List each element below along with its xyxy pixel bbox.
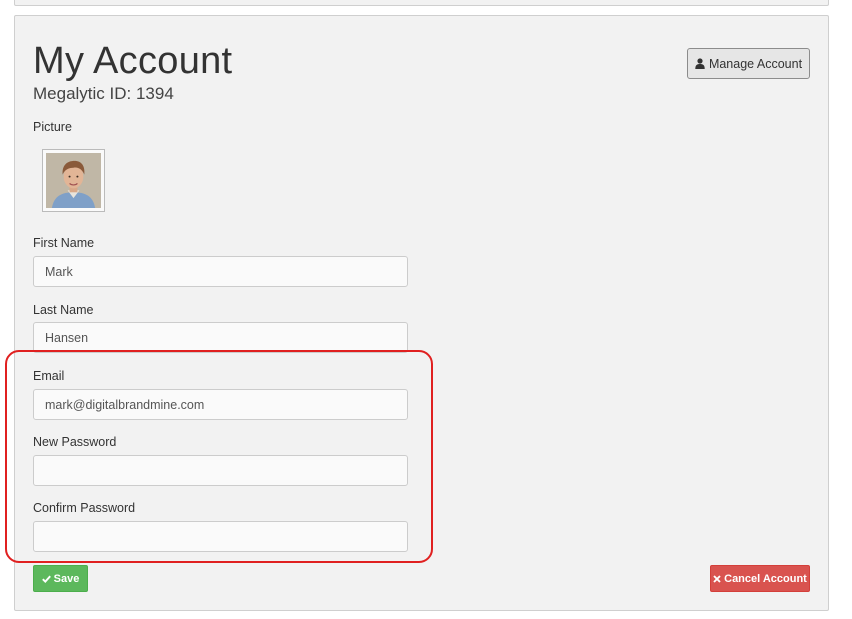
email-label: Email: [33, 369, 65, 383]
email-input[interactable]: [33, 389, 408, 420]
cancel-account-label: Cancel Account: [724, 572, 807, 585]
x-icon: [713, 574, 721, 583]
last-name-input[interactable]: [33, 322, 408, 353]
confirm-password-label: Confirm Password: [33, 501, 136, 515]
page-title: My Account: [33, 40, 233, 82]
check-icon: [41, 575, 51, 583]
last-name-label: Last Name: [33, 303, 94, 317]
manage-account-label: Manage Account: [708, 56, 803, 71]
megalytic-id: Megalytic ID: 1394: [33, 84, 174, 103]
confirm-password-input[interactable]: [33, 521, 408, 552]
first-name-label: First Name: [33, 236, 95, 250]
avatar[interactable]: [42, 149, 105, 212]
manage-account-button[interactable]: Manage Account: [687, 48, 810, 79]
new-password-label: New Password: [33, 435, 117, 449]
user-icon: [695, 58, 705, 69]
profile-photo: [46, 153, 101, 208]
picture-label: Picture: [33, 120, 72, 134]
top-panel: [14, 0, 829, 6]
save-label: Save: [53, 572, 80, 585]
first-name-input[interactable]: [33, 256, 408, 287]
save-button[interactable]: Save: [33, 565, 88, 592]
cancel-account-button[interactable]: Cancel Account: [710, 565, 810, 592]
new-password-input[interactable]: [33, 455, 408, 486]
